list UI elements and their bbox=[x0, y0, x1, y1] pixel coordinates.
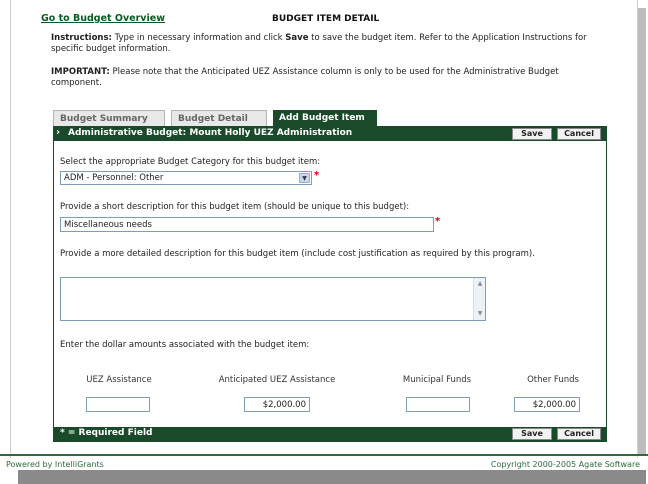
cancel-button-bottom[interactable]: Cancel bbox=[557, 428, 601, 440]
tab-budget-summary[interactable]: Budget Summary bbox=[53, 110, 165, 126]
important-label: IMPORTANT: bbox=[51, 67, 110, 77]
long-desc-label: Provide a more detailed description for … bbox=[60, 249, 535, 259]
instructions-body-1: Type in necessary information and click bbox=[111, 33, 286, 43]
tab-budget-detail[interactable]: Budget Detail bbox=[171, 110, 267, 126]
col-anticipated-uez: Anticipated UEZ Assistance bbox=[218, 375, 336, 385]
short-description-input[interactable]: Miscellaneous needs bbox=[60, 217, 434, 232]
page-container: Go to Budget Overview BUDGET ITEM DETAIL… bbox=[10, 0, 638, 458]
instructions-save-word: Save bbox=[285, 33, 309, 43]
page-shadow-bottom bbox=[18, 470, 646, 484]
copyright-text: Copyright 2000-2005 Agate Software bbox=[490, 460, 640, 469]
instructions-text: Instructions: Type in necessary informat… bbox=[51, 33, 611, 55]
panel-title: Administrative Budget: Mount Holly UEZ A… bbox=[68, 128, 353, 138]
required-marker-short-desc: * bbox=[435, 216, 441, 227]
scroll-down-icon[interactable]: ▼ bbox=[475, 309, 485, 319]
other-funds-input[interactable]: $2,000.00 bbox=[514, 397, 580, 412]
site-footer: Powered by IntelliGrants Copyright 2000-… bbox=[0, 456, 648, 470]
powered-by-link[interactable]: Powered by IntelliGrants bbox=[6, 460, 104, 469]
textarea-scrollbar[interactable]: ▲ ▼ bbox=[473, 278, 485, 320]
amounts-label: Enter the dollar amounts associated with… bbox=[60, 340, 310, 350]
required-marker-category: * bbox=[314, 170, 320, 181]
municipal-funds-input[interactable] bbox=[406, 397, 470, 412]
col-municipal-funds: Municipal Funds bbox=[402, 375, 472, 385]
short-description-value: Miscellaneous needs bbox=[64, 220, 152, 230]
budget-item-panel: › Administrative Budget: Mount Holly UEZ… bbox=[53, 126, 607, 442]
detailed-description-textarea[interactable]: ▲ ▼ bbox=[60, 277, 486, 321]
important-note: IMPORTANT: Please note that the Anticipa… bbox=[51, 67, 611, 89]
save-button-bottom[interactable]: Save bbox=[512, 428, 552, 440]
required-field-note: * = Required Field bbox=[60, 428, 153, 438]
col-other-funds: Other Funds bbox=[527, 375, 579, 385]
panel-header: › Administrative Budget: Mount Holly UEZ… bbox=[54, 127, 606, 141]
uez-assistance-input[interactable] bbox=[86, 397, 150, 412]
expand-arrow-icon: › bbox=[56, 127, 61, 138]
short-desc-label: Provide a short description for this bud… bbox=[60, 202, 410, 212]
important-body: Please note that the Anticipated UEZ Ass… bbox=[51, 67, 559, 88]
budget-category-select[interactable]: ADM - Personnel: Other ▼ bbox=[60, 171, 312, 185]
instructions-label: Instructions: bbox=[51, 33, 112, 43]
save-button-top[interactable]: Save bbox=[512, 128, 552, 140]
col-uez-assistance: UEZ Assistance bbox=[86, 375, 152, 385]
budget-category-value: ADM - Personnel: Other bbox=[64, 173, 164, 183]
budget-overview-link[interactable]: Go to Budget Overview bbox=[41, 13, 165, 24]
scroll-up-icon[interactable]: ▲ bbox=[475, 279, 485, 289]
page-title: BUDGET ITEM DETAIL bbox=[272, 14, 380, 24]
chevron-down-icon[interactable]: ▼ bbox=[299, 173, 310, 183]
anticipated-uez-input[interactable]: $2,000.00 bbox=[244, 397, 310, 412]
category-label: Select the appropriate Budget Category f… bbox=[60, 157, 321, 167]
tab-add-budget-item[interactable]: Add Budget Item bbox=[273, 110, 377, 126]
page-shadow-right bbox=[638, 8, 646, 456]
cancel-button-top[interactable]: Cancel bbox=[557, 128, 601, 140]
panel-footer: * = Required Field Save Cancel bbox=[54, 427, 606, 441]
